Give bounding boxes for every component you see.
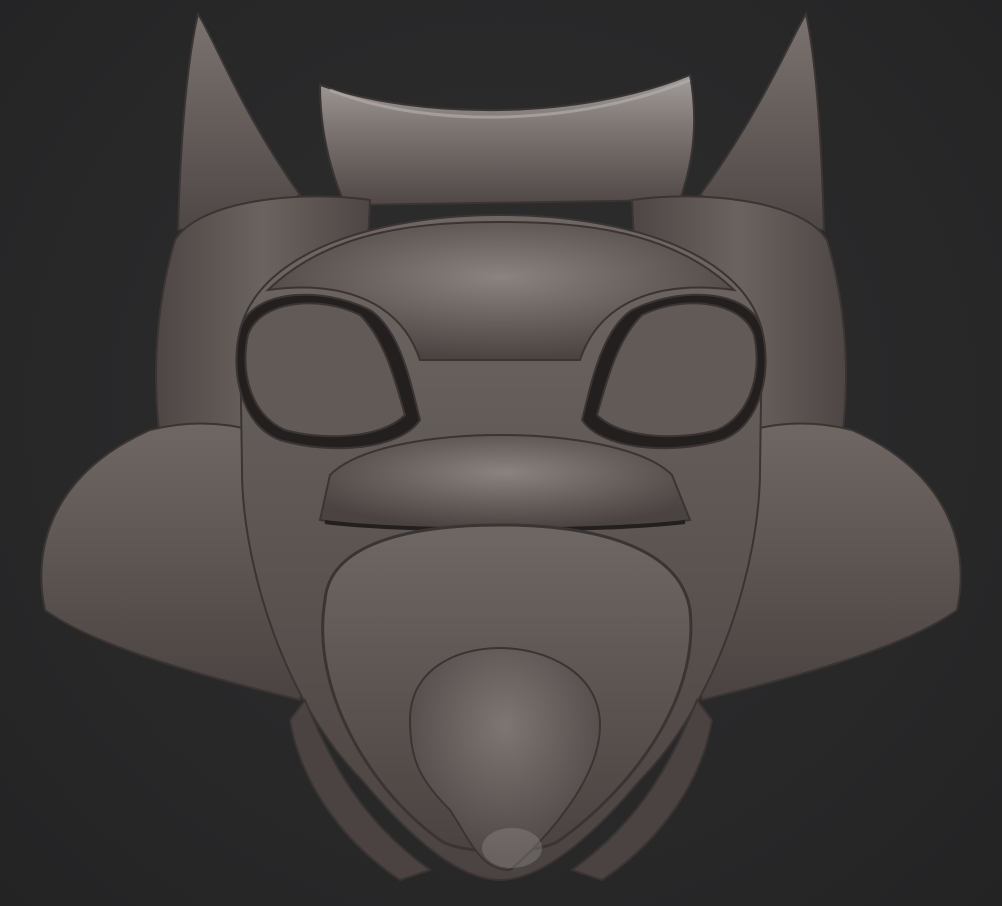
nose-tip-highlight [482,828,542,868]
sculpted-mask-render [40,11,962,882]
crown-band [318,73,696,207]
sculpt-viewport[interactable] [0,0,1002,906]
